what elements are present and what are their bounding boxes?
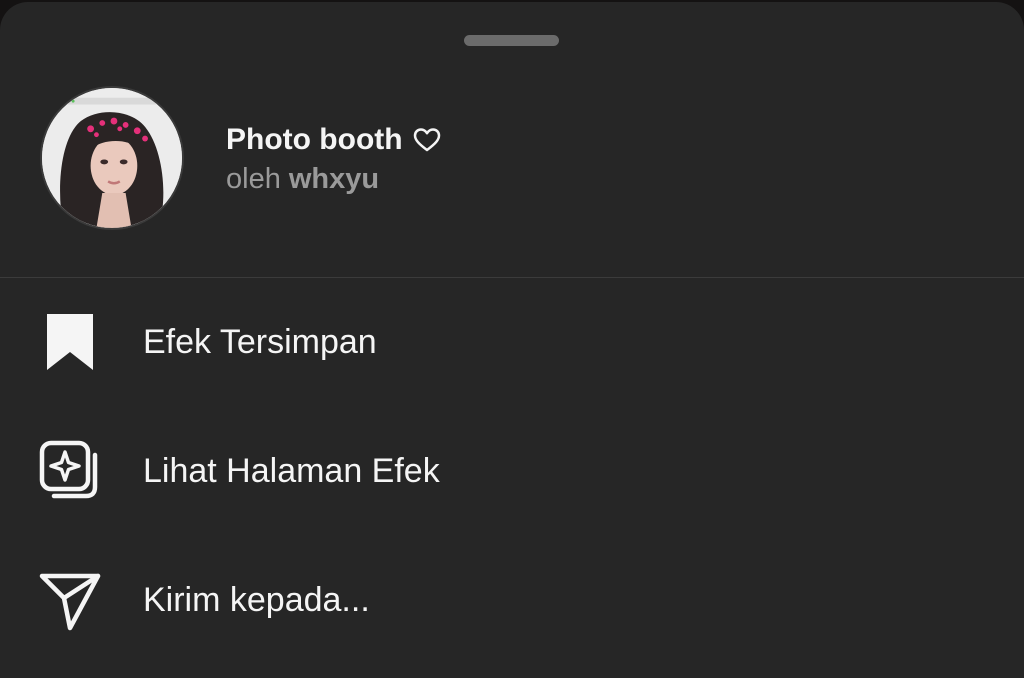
menu-item-label: Kirim kepada...: [143, 580, 370, 619]
effect-title-row: Photo booth: [226, 123, 441, 157]
author-link[interactable]: whxyu: [289, 163, 379, 195]
byline-prefix: oleh: [226, 163, 281, 195]
effects-page-icon: [38, 439, 102, 503]
drag-handle[interactable]: [464, 35, 559, 46]
send-icon: [38, 568, 102, 632]
menu-item-saved-effects[interactable]: Efek Tersimpan: [0, 287, 1024, 397]
effect-thumbnail-image: [42, 88, 182, 228]
menu-item-view-effect-page[interactable]: Lihat Halaman Efek: [0, 416, 1024, 526]
menu-item-label: Efek Tersimpan: [143, 322, 377, 361]
effect-thumbnail[interactable]: [40, 86, 184, 230]
effect-title[interactable]: Photo booth: [226, 123, 403, 157]
bottom-sheet: Photo booth oleh whxyu Efek Tersimpan Li…: [0, 2, 1024, 678]
bookmark-icon: [38, 310, 102, 374]
menu-item-send-to[interactable]: Kirim kepada...: [0, 545, 1024, 655]
effect-byline: oleh whxyu: [226, 163, 379, 196]
effect-header: Photo booth oleh whxyu: [0, 86, 1024, 232]
divider: [0, 277, 1024, 278]
menu-item-label: Lihat Halaman Efek: [143, 451, 440, 490]
heart-icon[interactable]: [413, 127, 441, 153]
